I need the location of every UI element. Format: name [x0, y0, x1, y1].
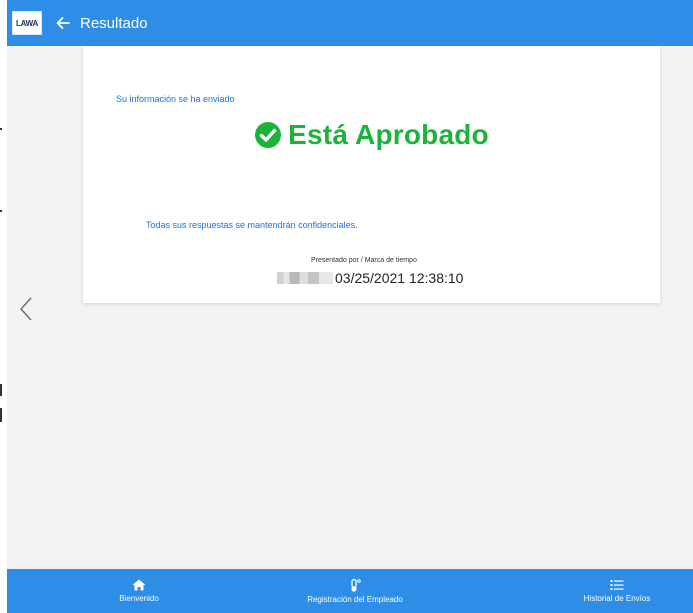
home-icon [132, 579, 146, 591]
check-circle-icon [255, 122, 282, 148]
window-edge [0, 0, 7, 613]
lawa-logo: LAWA [12, 11, 42, 35]
approval-status: Está Aprobado [83, 119, 660, 151]
edge-mark [0, 384, 2, 396]
logo-text: LAWA [16, 18, 38, 28]
timestamp: 03/25/2021 12:38:10 [335, 270, 464, 286]
sent-message: Su información se ha enviado [116, 94, 235, 104]
back-button[interactable] [52, 12, 74, 34]
page-title: Resultado [80, 14, 148, 32]
edge-mark [0, 408, 2, 422]
confidential-message: Todas sus respuestas se mantendrán confi… [146, 220, 358, 230]
thermometer-icon [351, 578, 361, 592]
top-app-bar: LAWA Resultado [7, 0, 693, 46]
nav-label: Registración del Empleado [307, 594, 403, 604]
result-card: Su información se ha enviado Está Aproba… [83, 46, 660, 303]
edge-mark [0, 210, 2, 212]
nav-label: Historial de Envíos [583, 594, 651, 603]
previous-button[interactable] [18, 296, 34, 322]
app-window: LAWA Resultado Su información se ha envi… [7, 0, 693, 613]
nav-item-bienvenido[interactable]: Bienvenido [99, 569, 179, 613]
edge-mark [0, 128, 2, 130]
arrow-left-icon [56, 17, 70, 29]
redacted-name [277, 272, 333, 284]
bottom-nav: Bienvenido Registración del Empleado His… [7, 569, 693, 613]
nav-item-historial[interactable]: Historial de Envíos [567, 569, 667, 613]
presented-label: Presentado por / Marca de tiempo [311, 257, 417, 264]
status-text: Está Aprobado [288, 119, 489, 150]
nav-item-registracion[interactable]: Registración del Empleado [295, 569, 415, 613]
chevron-left-icon [20, 297, 32, 321]
list-icon [610, 580, 624, 590]
nav-label: Bienvenido [119, 594, 159, 603]
